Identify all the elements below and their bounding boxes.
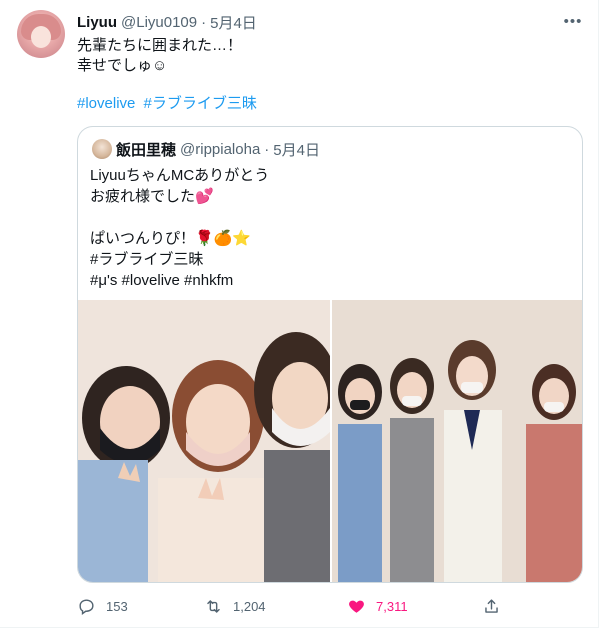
quote-text-segment: お疲れ様でした xyxy=(90,188,196,205)
more-options-icon[interactable]: ••• xyxy=(562,10,584,32)
author-avatar[interactable] xyxy=(17,10,65,58)
photo-group[interactable] xyxy=(332,300,582,582)
quote-date: 5月4日 xyxy=(273,141,320,159)
quote-author-avatar[interactable] xyxy=(92,139,112,159)
tangerine-emoji: 🍊 xyxy=(213,230,233,247)
like-count: 7,311 xyxy=(376,598,408,614)
tweet-text: 先輩たちに囲まれた…！ 幸せでしゅ☺ xyxy=(77,36,242,76)
quote-author-handle: @rippialoha xyxy=(180,140,261,158)
star-emoji: ⭐ xyxy=(232,230,252,247)
quote-text: LiyuuちゃんMCありがとう お疲れ様でした💕 ぱいつんりぴ！🌹🍊⭐ #ラブラ… xyxy=(90,165,269,291)
quote-text-segment: ぱいつんりぴ！ xyxy=(90,230,196,247)
retweet-button[interactable]: 1,204 xyxy=(204,594,266,618)
reply-icon xyxy=(79,598,94,615)
like-button[interactable]: 7,311 xyxy=(347,594,408,618)
quote-text-line: ぱいつんりぴ！🌹🍊⭐ xyxy=(90,228,269,249)
tweet-card[interactable]: Liyuu @Liyu0109 · 5月4日 ••• 先輩たちに囲まれた…！ 幸… xyxy=(0,0,599,628)
retweet-count: 1,204 xyxy=(233,598,266,614)
share-button[interactable] xyxy=(482,594,501,618)
hashtag-link[interactable]: #ラブライブ三昧 xyxy=(144,95,257,112)
tweet-header: Liyuu @Liyu0109 · 5月4日 xyxy=(77,12,257,32)
reply-count: 153 xyxy=(106,598,128,614)
selfie-illustration xyxy=(78,300,330,582)
tweet-text-line: 幸せでしゅ☺ xyxy=(77,57,168,74)
rose-emoji: 🌹 xyxy=(195,230,214,247)
quote-hashtag-line: #μ's #lovelive #nhkfm xyxy=(90,272,234,289)
author-name[interactable]: Liyuu xyxy=(77,14,117,31)
quote-author-name: 飯田里穂 xyxy=(116,141,177,159)
retweet-icon xyxy=(207,599,220,613)
quote-blank-line xyxy=(90,207,269,228)
two-hearts-emoji: 💕 xyxy=(195,188,214,205)
quote-text-line: LiyuuちゃんMCありがとう xyxy=(90,167,270,184)
share-icon xyxy=(485,598,498,613)
photo-grid xyxy=(78,300,582,582)
hashtag-link[interactable]: #lovelive xyxy=(77,95,135,112)
group-photo-illustration xyxy=(332,300,582,582)
header-separator: · xyxy=(201,13,207,31)
reply-button[interactable]: 153 xyxy=(77,594,128,618)
tweet-date[interactable]: 5月4日 xyxy=(210,12,257,33)
quote-hashtag-line: #ラブライブ三昧 xyxy=(90,251,204,268)
quote-header: 飯田里穂 @rippialoha · 5月4日 xyxy=(116,139,320,159)
quote-text-line: お疲れ様でした💕 xyxy=(90,186,269,207)
author-handle[interactable]: @Liyu0109 xyxy=(121,14,197,31)
photo-selfie[interactable] xyxy=(78,300,330,582)
tweet-hashtags: #lovelive #ラブライブ三昧 xyxy=(77,94,261,114)
tweet-text-line: 先輩たちに囲まれた…！ xyxy=(77,37,243,54)
quote-header-separator: · xyxy=(264,140,270,158)
quoted-tweet[interactable]: 飯田里穂 @rippialoha · 5月4日 LiyuuちゃんMCありがとう … xyxy=(77,126,583,583)
heart-icon xyxy=(349,600,364,613)
